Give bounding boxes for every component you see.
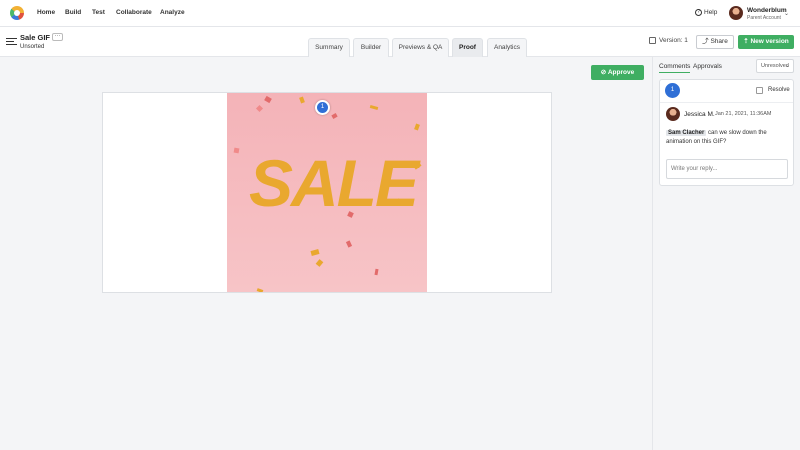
confetti-piece (331, 113, 338, 119)
confetti-piece (264, 95, 272, 104)
share-button[interactable]: ⤴ Share (696, 35, 734, 49)
confetti-piece (414, 123, 420, 131)
share-label: Share (710, 38, 728, 45)
new-version-label: New version (750, 38, 789, 45)
nav-analyze[interactable]: Analyze (160, 9, 185, 16)
account-name[interactable]: Wonderblum (747, 7, 787, 14)
account-avatar[interactable] (729, 6, 743, 20)
approve-label: Approve (607, 69, 635, 76)
comment-author: Jessica M. (684, 111, 715, 118)
sidebar-toggle-icon[interactable] (6, 37, 17, 46)
approve-button[interactable]: ⊘ Approve (591, 65, 644, 80)
version-selector[interactable]: Version: 1 (649, 37, 688, 44)
tab-proof[interactable]: Proof (452, 38, 483, 57)
gif-sale-text: SALE (249, 146, 419, 220)
confetti-piece (255, 104, 264, 113)
commenter-avatar (666, 107, 680, 121)
comment-date: Jan 21, 2021, 11:36AM (715, 111, 772, 117)
chevron-down-icon[interactable]: ⌄ (784, 10, 789, 17)
help-icon: ? (695, 9, 702, 16)
help-label: Help (704, 9, 718, 16)
tab-builder[interactable]: Builder (353, 38, 389, 57)
comment-mention[interactable]: Sam Clacher (666, 130, 707, 136)
version-label: Version: 1 (659, 37, 688, 44)
nav-collaborate[interactable]: Collaborate (116, 9, 152, 16)
confetti-piece (256, 288, 264, 292)
tab-previews-qa[interactable]: Previews & QA (392, 38, 449, 57)
help-link[interactable]: ? Help (695, 9, 717, 16)
chevron-down-icon: ⌄ (785, 63, 790, 69)
check-circle-icon: ⊘ (600, 69, 607, 76)
comment-filter-select[interactable]: Unresolved ⌄ (756, 59, 794, 73)
nav-test[interactable]: Test (92, 9, 105, 16)
versions-icon (649, 37, 656, 44)
tab-summary[interactable]: Summary (308, 38, 350, 57)
tab-comments[interactable]: Comments (659, 63, 691, 73)
comment-pin[interactable]: 1 (315, 100, 330, 115)
confetti-piece (233, 147, 240, 154)
account-subtitle: Parent Account (747, 15, 781, 21)
more-options-button[interactable]: ··· (52, 33, 63, 41)
upload-icon: ⇡ (743, 38, 749, 45)
card-divider (660, 102, 793, 103)
document-folder[interactable]: Unsorted (20, 44, 44, 50)
share-icon: ⤴ (702, 38, 709, 45)
confetti-piece (310, 249, 320, 256)
confetti-piece (299, 96, 305, 104)
new-version-button[interactable]: ⇡ New version (738, 35, 794, 49)
confetti-piece (345, 240, 353, 248)
resolve-label[interactable]: Resolve (768, 87, 790, 93)
comment-body: Sam Clacher can we slow down the animati… (666, 129, 790, 147)
resolve-checkbox[interactable] (756, 87, 763, 94)
tab-analytics[interactable]: Analytics (487, 38, 527, 57)
confetti-piece (315, 259, 324, 267)
comment-number-badge[interactable]: 1 (665, 83, 680, 98)
app-logo[interactable] (10, 6, 24, 20)
reply-input[interactable]: Write your reply... (666, 159, 788, 179)
nav-home[interactable]: Home (37, 9, 55, 16)
confetti-piece (374, 268, 379, 276)
gif-preview[interactable]: SALE (227, 93, 427, 292)
confetti-piece (369, 105, 379, 110)
nav-build[interactable]: Build (65, 9, 81, 16)
tab-approvals[interactable]: Approvals (693, 63, 722, 70)
document-title[interactable]: Sale GIF (20, 33, 50, 42)
